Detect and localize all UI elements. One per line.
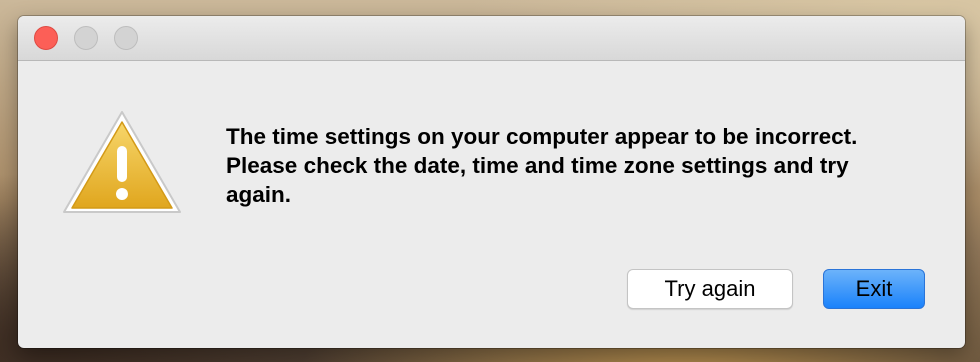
title-bar bbox=[18, 16, 965, 61]
alert-dialog: The time settings on your computer appea… bbox=[18, 16, 965, 348]
error-message: The time settings on your computer appea… bbox=[226, 124, 858, 207]
minimize-icon[interactable] bbox=[74, 26, 98, 50]
maximize-icon[interactable] bbox=[114, 26, 138, 50]
close-icon[interactable] bbox=[34, 26, 58, 50]
exit-button[interactable]: Exit bbox=[823, 269, 925, 309]
warning-icon bbox=[63, 111, 181, 213]
try-again-button[interactable]: Try again bbox=[627, 269, 793, 309]
